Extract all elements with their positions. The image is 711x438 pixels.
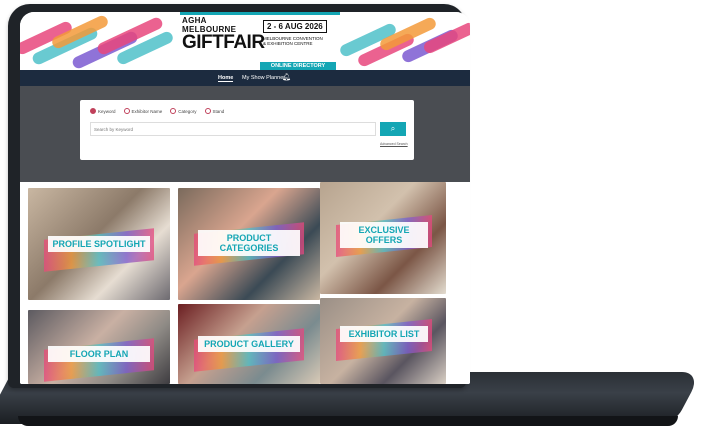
- tile-exclusive-offers[interactable]: EXCLUSIVE OFFERS: [320, 182, 446, 294]
- radio-label: Keyword: [98, 108, 116, 114]
- radio-label: Exhibitor Name: [131, 108, 163, 114]
- giftfair-logo[interactable]: AGHA MELBOURNE GIFTFAIR: [182, 16, 265, 62]
- tile-label: EXCLUSIVE OFFERS: [340, 222, 428, 248]
- logo-main-text: GIFTFAIR: [182, 32, 265, 53]
- tile-exhibitor-list[interactable]: EXHIBITOR LIST: [320, 298, 446, 384]
- search-type-options: Keyword Exhibitor Name Category Stand: [90, 108, 224, 114]
- radio-icon: [123, 108, 130, 114]
- search-section: Keyword Exhibitor Name Category Stand Se…: [20, 86, 470, 182]
- laptop-base-edge: [18, 416, 678, 426]
- tile-floor-plan[interactable]: FLOOR PLAN: [28, 310, 170, 384]
- tile-label: PRODUCT GALLERY: [198, 336, 300, 352]
- feature-tiles: PROFILE SPOTLIGHT PRODUCT CATEGORIES EXC…: [20, 182, 470, 384]
- laptop-mockup: AGHA MELBOURNE GIFTFAIR 2 - 6 AUG 2026 M…: [0, 0, 711, 438]
- radio-icon: [170, 108, 177, 114]
- nav-show-planner[interactable]: My Show Planner: [242, 75, 285, 81]
- tile-product-categories[interactable]: PRODUCT CATEGORIES: [178, 188, 320, 300]
- tile-product-gallery[interactable]: PRODUCT GALLERY: [178, 304, 320, 384]
- radio-category[interactable]: Category: [170, 108, 197, 114]
- left-decorative-swirl: [20, 13, 175, 70]
- main-nav: Home My Show Planner 🔔︎: [20, 70, 470, 86]
- tile-label: FLOOR PLAN: [48, 346, 150, 362]
- radio-keyword[interactable]: Keyword: [90, 108, 116, 114]
- logo-top-stripe: [180, 12, 340, 15]
- online-directory-badge: ONLINE DIRECTORY: [260, 62, 336, 70]
- search-button[interactable]: ⌕: [380, 122, 406, 136]
- bell-icon[interactable]: 🔔︎: [282, 73, 291, 81]
- event-venue-line2: & EXHIBITION CENTRE: [263, 41, 313, 46]
- event-info: 2 - 6 AUG 2026 MELBOURNE CONVENTION & EX…: [263, 16, 335, 62]
- radio-selected-icon: [90, 108, 96, 114]
- tile-label: PROFILE SPOTLIGHT: [48, 236, 150, 252]
- tile-label: EXHIBITOR LIST: [340, 326, 428, 342]
- header-banner: AGHA MELBOURNE GIFTFAIR 2 - 6 AUG 2026 M…: [20, 12, 470, 70]
- radio-label: Category: [178, 108, 197, 114]
- search-icon: ⌕: [390, 124, 396, 133]
- advanced-search-link[interactable]: Advanced Search: [380, 142, 408, 146]
- right-decorative-swirl: [338, 14, 470, 69]
- tile-profile-spotlight[interactable]: PROFILE SPOTLIGHT: [28, 188, 170, 300]
- search-input[interactable]: Search by Keyword: [90, 122, 376, 136]
- radio-stand[interactable]: Stand: [204, 108, 225, 114]
- search-card: Keyword Exhibitor Name Category Stand Se…: [80, 100, 414, 160]
- event-dates: 2 - 6 AUG 2026: [263, 20, 327, 33]
- tile-label: PRODUCT CATEGORIES: [198, 230, 300, 256]
- radio-label: Stand: [212, 108, 225, 114]
- nav-home[interactable]: Home: [218, 75, 234, 82]
- radio-exhibitor-name[interactable]: Exhibitor Name: [123, 108, 163, 114]
- laptop-screen: AGHA MELBOURNE GIFTFAIR 2 - 6 AUG 2026 M…: [20, 12, 470, 384]
- radio-icon: [204, 108, 211, 114]
